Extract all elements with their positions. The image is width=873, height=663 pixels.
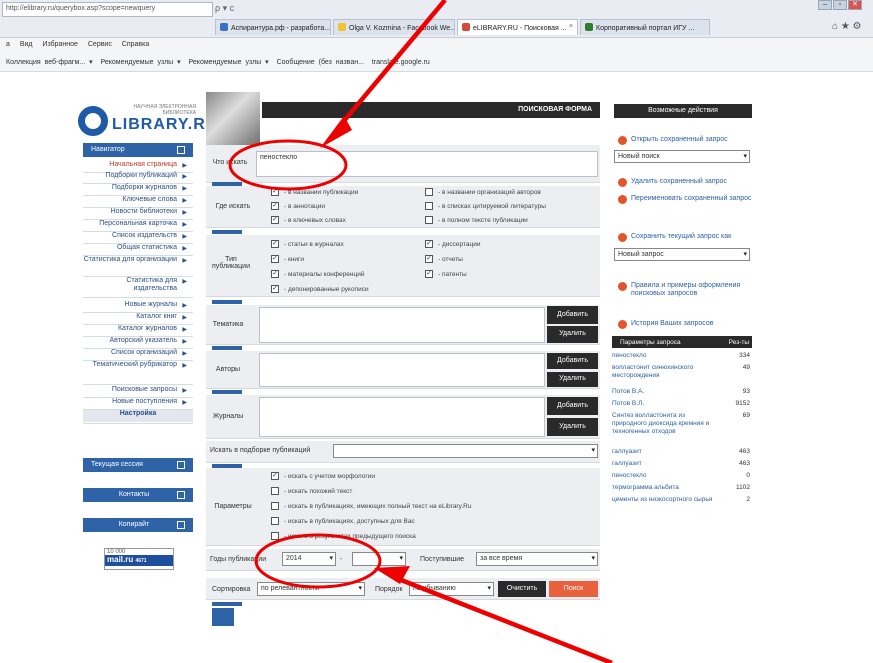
red-arrowhead-top	[320, 116, 352, 148]
red-ellipse-query	[228, 139, 348, 191]
red-arrow-top	[336, 0, 447, 130]
red-ellipse-years	[254, 533, 382, 589]
annotation-overlay	[228, 0, 613, 663]
red-arrow-bottom	[395, 575, 613, 663]
